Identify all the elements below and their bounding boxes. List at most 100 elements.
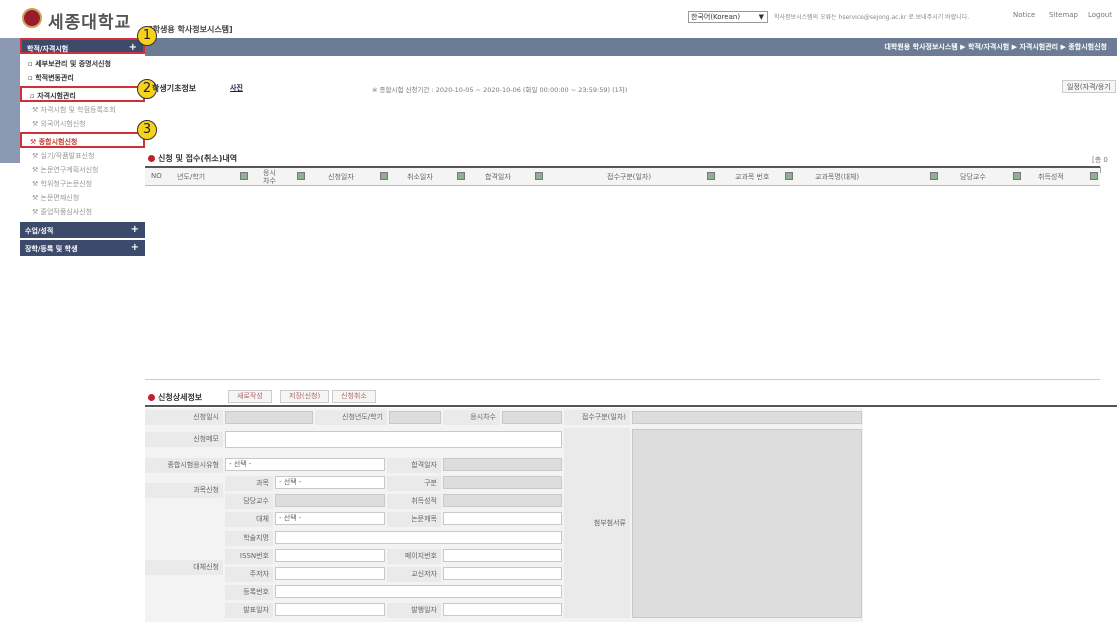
apply-date-field[interactable] (225, 411, 313, 424)
sidebar-toggle-strip[interactable] (0, 38, 20, 163)
exam-type-select[interactable]: - 선택 - (225, 458, 385, 471)
memo-field[interactable] (225, 431, 562, 448)
attachments-area[interactable] (632, 429, 862, 618)
subject-label: 과목 (225, 476, 273, 491)
schedule-button[interactable]: 일정(자격/응기 (1062, 80, 1116, 93)
detail-divider (145, 405, 1117, 407)
subject-select[interactable]: - 선택 - (275, 476, 385, 489)
save-button[interactable]: 저장(신청) (280, 390, 330, 403)
col-no[interactable]: NO (151, 172, 162, 180)
attachments-label: 첨부첨서류 (564, 428, 630, 618)
sidebar-item-comprehensive-exam[interactable]: ⚒ 종합시험신청 (20, 132, 145, 148)
col-year-term[interactable]: 년도/학기 (177, 172, 205, 182)
sidebar-item-graduation-work[interactable]: ⚒ 졸업작품심사신청 (20, 204, 145, 218)
sort-icon[interactable] (457, 172, 465, 180)
sidebar-item-label: 졸업작품심사신청 (40, 208, 93, 216)
page-no-field[interactable] (443, 549, 562, 562)
sidebar-item-thesis[interactable]: ⚒ 학위청구논문신청 (20, 176, 145, 190)
sidebar-item-label: 세부보관리 및 증명서신청 (35, 60, 111, 68)
language-select[interactable]: 한국어(Korean) ▼ (688, 11, 768, 23)
plus-icon: + (130, 242, 139, 253)
detail-title: 신청상세정보 (148, 392, 202, 403)
round-label: 응시차수 (443, 410, 500, 425)
journal-label: 학술지명 (225, 531, 273, 546)
grid-title: 신청 및 접수(취소)내역 (148, 153, 237, 164)
pass-date-label: 합격일자 (387, 458, 441, 473)
bullet-icon (148, 394, 155, 401)
sort-icon[interactable] (785, 172, 793, 180)
year-term-field[interactable] (389, 411, 441, 424)
sidebar-item-practical[interactable]: ⚒ 실기/작품발표신청 (20, 148, 145, 162)
substitute-select[interactable]: - 선택 - (275, 512, 385, 525)
apply-date-label: 신청일시 (145, 410, 223, 425)
reg-no-field[interactable] (275, 585, 562, 598)
col-course-no[interactable]: 교과목 번호 (735, 172, 769, 182)
substitute-label: 대체 (225, 512, 273, 527)
new-button[interactable]: 새로작성 (228, 390, 272, 403)
bullet-icon (148, 155, 155, 162)
issn-field[interactable] (275, 549, 385, 562)
cancel-application-button[interactable]: 신청취소 (332, 390, 376, 403)
plus-icon: + (128, 42, 137, 53)
grid-header: NO 년도/학기 응시차수 신청일자 취소일자 합격일자 접수구분(일자) 교과… (145, 168, 1100, 186)
system-title: [학생용 학사정보시스템] (149, 25, 233, 34)
exam-type-label: 종합시험응시유형 (145, 458, 223, 473)
sidebar-item-foreign-lang[interactable]: ⚒ 외국어시험신청 (20, 116, 145, 130)
sort-icon[interactable] (240, 172, 248, 180)
menu-scholarship[interactable]: 장학/등록 및 학생 + (20, 240, 145, 256)
student-info-title: 학생기초정보 (152, 84, 197, 93)
sidebar-item-label: 종합시험신청 (38, 138, 78, 146)
col-round[interactable]: 응시차수 (263, 169, 277, 185)
col-course-name[interactable]: 교과목명(대체) (815, 172, 859, 182)
sort-icon[interactable] (535, 172, 543, 180)
receipt-field[interactable] (632, 411, 862, 424)
sitemap-link[interactable]: Sitemap (1049, 11, 1078, 19)
col-cancel-date[interactable]: 취소일자 (407, 172, 433, 182)
callout-1: 1 (137, 26, 157, 46)
application-period: ※ 종합시험 신청기간 : 2020-10-05 ~ 2020-10-06 (화… (372, 86, 628, 94)
sort-icon[interactable] (1090, 172, 1098, 180)
col-apply-date[interactable]: 신청일자 (328, 172, 354, 182)
sidebar-item-thesis-exempt[interactable]: ⚒ 논문면제신청 (20, 190, 145, 204)
col-pass-date[interactable]: 합격일자 (485, 172, 511, 182)
sidebar-item-exam-mgmt[interactable]: ▫ 자격시험관리 (20, 86, 145, 102)
photo-link[interactable]: 사진 (230, 83, 243, 93)
university-logo[interactable]: 세종대학교 (22, 8, 142, 33)
sidebar-item-exam-view[interactable]: ⚒ 자격시험 및 학점등록조회 (20, 102, 145, 116)
sidebar-item-cert[interactable]: ▫ 세부보관리 및 증명서신청 (20, 56, 145, 70)
journal-field[interactable] (275, 531, 562, 544)
sidebar-item-status-change[interactable]: ▫ 학적변동관리 (20, 70, 145, 84)
professor-field[interactable] (275, 494, 385, 507)
menu-label: 수업/성적 (25, 227, 54, 235)
sidebar-item-label: 외국어시험신청 (40, 120, 86, 128)
round-field[interactable] (502, 411, 562, 424)
thesis-title-field[interactable] (443, 512, 562, 525)
col-receipt[interactable]: 접수구분(일자) (607, 172, 651, 182)
grade-field[interactable] (443, 494, 562, 507)
sidebar-item-research-plan[interactable]: ⚒ 논문연구계획서신청 (20, 162, 145, 176)
division-field[interactable] (443, 476, 562, 489)
pub-date-label: 발표일자 (225, 603, 273, 618)
logout-link[interactable]: Logout (1088, 11, 1112, 19)
pub-date-field[interactable] (275, 603, 385, 616)
division-label: 구분 (387, 476, 441, 491)
sort-icon[interactable] (1013, 172, 1021, 180)
menu-academic-records[interactable]: 학적/자격시험 + (20, 38, 145, 54)
menu-classes-grades[interactable]: 수업/성적 + (20, 222, 145, 238)
sort-icon[interactable] (297, 172, 305, 180)
col-professor[interactable]: 담당교수 (960, 172, 986, 182)
author-field[interactable] (275, 567, 385, 580)
issue-date-label: 발행일자 (387, 603, 441, 618)
co-author-field[interactable] (443, 567, 562, 580)
sort-icon[interactable] (707, 172, 715, 180)
year-term-label: 신청년도/학기 (315, 410, 387, 425)
memo-label: 신청메모 (145, 432, 223, 447)
sort-icon[interactable] (380, 172, 388, 180)
col-grade[interactable]: 취득성적 (1038, 172, 1064, 182)
issue-date-field[interactable] (443, 603, 562, 616)
notice-link[interactable]: Notice (1013, 11, 1035, 19)
thesis-title-label: 논문제목 (387, 512, 441, 527)
pass-date-field[interactable] (443, 458, 562, 471)
sidebar-item-label: 논문연구계획서신청 (40, 166, 99, 174)
sort-icon[interactable] (930, 172, 938, 180)
